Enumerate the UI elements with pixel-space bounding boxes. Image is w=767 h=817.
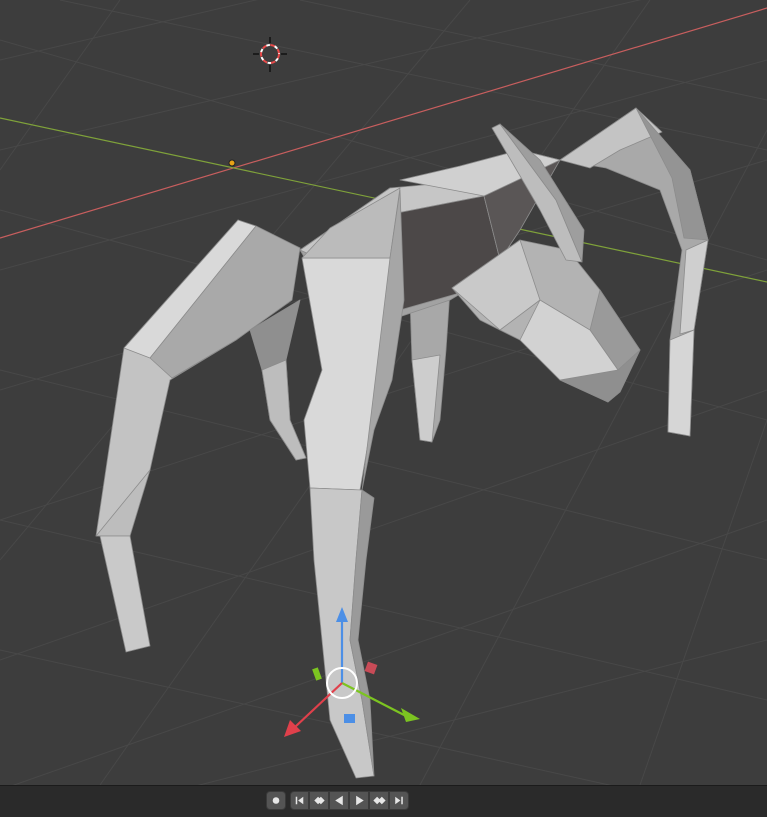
grid-line [0,0,258,61]
gizmo-xy-plane[interactable] [364,661,378,675]
play-reverse-icon [335,795,343,806]
play-button[interactable] [349,791,369,810]
3d-viewport[interactable] [0,0,767,785]
record-button[interactable] [266,791,286,810]
grid-line [59,0,767,151]
world-origin-dot [228,159,236,167]
blender-window [0,0,767,817]
play-icon [356,795,364,806]
grid-line [299,0,767,101]
prev-keyframe-icon [314,796,325,805]
grid-line [197,639,767,785]
jump-end-icon [395,796,403,805]
gizmo-xz-plane[interactable] [344,714,355,723]
gizmo-yz-plane[interactable] [312,667,322,681]
jump-start-icon [295,796,304,805]
gizmo-y-arrow[interactable] [401,708,420,722]
grid-line [639,419,767,785]
grid-line [0,649,612,785]
timeline-header [0,785,767,817]
viewport-scene[interactable] [0,0,767,785]
next-keyframe-icon [373,796,386,805]
next-keyframe-button[interactable] [369,791,389,810]
grid-line [0,0,121,171]
jump-to-start-button[interactable] [290,791,309,810]
jump-to-end-button[interactable] [389,791,409,810]
play-reverse-button[interactable] [329,791,349,810]
record-icon [272,797,280,804]
prev-keyframe-button[interactable] [309,791,329,810]
